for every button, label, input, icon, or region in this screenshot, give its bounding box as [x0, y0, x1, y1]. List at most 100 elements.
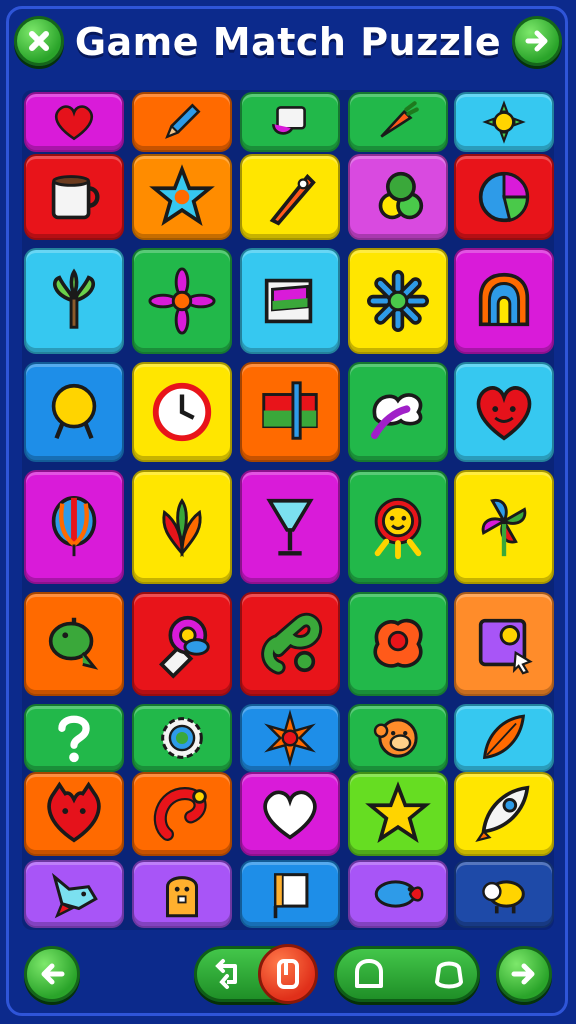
- blob-icon: [373, 618, 423, 668]
- game-tile[interactable]: [348, 248, 448, 354]
- hamster-icon: [165, 876, 199, 918]
- game-tile[interactable]: [240, 860, 340, 928]
- knot-icon: [261, 612, 323, 675]
- game-tile[interactable]: [454, 470, 554, 584]
- game-tile[interactable]: [240, 362, 340, 462]
- game-tile[interactable]: [240, 248, 340, 354]
- game-tile[interactable]: [240, 470, 340, 584]
- robot-icon: [159, 615, 210, 679]
- lion-icon: [374, 497, 422, 560]
- game-tile[interactable]: [132, 248, 232, 354]
- gear-icon: [161, 717, 203, 759]
- game-tile[interactable]: [132, 154, 232, 240]
- cursor-card-icon: [478, 618, 533, 675]
- mug-icon: [51, 175, 100, 220]
- heart-icon: [55, 105, 93, 141]
- close-icon: [29, 31, 49, 51]
- white-heart-icon: [263, 790, 317, 840]
- hint-icon: [277, 959, 299, 989]
- dino-icon: [48, 617, 99, 670]
- game-tile[interactable]: [348, 362, 448, 462]
- book-icon: [264, 278, 313, 324]
- game-tile[interactable]: [132, 92, 232, 152]
- balls-icon: [378, 171, 424, 220]
- flower-icon: [148, 267, 216, 335]
- game-tile[interactable]: [454, 592, 554, 696]
- star-yellow-icon: [365, 781, 431, 844]
- forward-button[interactable]: [496, 946, 552, 1002]
- game-tile[interactable]: [454, 860, 554, 928]
- game-tile[interactable]: [348, 592, 448, 696]
- game-tile[interactable]: [454, 92, 554, 152]
- game-tile[interactable]: [240, 154, 340, 240]
- game-tile[interactable]: [240, 92, 340, 152]
- game-tile[interactable]: [24, 772, 124, 856]
- sheep-icon: [482, 880, 525, 914]
- undo-icon[interactable]: [211, 956, 247, 992]
- pie-icon: [478, 171, 530, 223]
- question-icon: [58, 715, 90, 763]
- leaves-icon: [162, 498, 202, 558]
- page-title: Game Match Puzzle: [74, 20, 502, 64]
- game-tile[interactable]: [348, 92, 448, 152]
- note-card-icon: [273, 873, 309, 919]
- back-button[interactable]: [24, 946, 80, 1002]
- game-tile[interactable]: [132, 704, 232, 772]
- game-tile[interactable]: [24, 92, 124, 152]
- cloud-feather-icon: [371, 393, 423, 439]
- game-tile[interactable]: [454, 248, 554, 354]
- monkey-icon: [373, 718, 418, 758]
- heart-face-icon: [476, 386, 532, 441]
- game-tile[interactable]: [454, 704, 554, 772]
- clock-icon: [152, 382, 212, 442]
- game-tile[interactable]: [24, 470, 124, 584]
- game-tile[interactable]: [24, 592, 124, 696]
- game-tile[interactable]: [24, 248, 124, 354]
- fish-icon: [374, 880, 424, 908]
- flower-orange-icon: [264, 709, 316, 767]
- arrow-right-icon: [511, 963, 535, 985]
- pinwheel-icon: [481, 498, 527, 557]
- star-icon: [149, 164, 215, 227]
- game-tile[interactable]: [348, 860, 448, 928]
- game-tile[interactable]: [24, 362, 124, 462]
- carrot-icon: [380, 101, 419, 138]
- game-tile[interactable]: [240, 704, 340, 772]
- game-tile[interactable]: [454, 362, 554, 462]
- restart-icon[interactable]: [431, 956, 467, 992]
- music-note-icon: [153, 787, 207, 841]
- sun-icon: [482, 100, 526, 144]
- close-button[interactable]: [14, 16, 64, 66]
- pencil-icon: [165, 103, 201, 139]
- game-tile[interactable]: [348, 154, 448, 240]
- next-button[interactable]: [512, 16, 562, 66]
- balloon-icon: [51, 496, 97, 557]
- game-tile[interactable]: [454, 772, 554, 856]
- game-tile[interactable]: [132, 470, 232, 584]
- hint-button[interactable]: [258, 944, 318, 1004]
- game-tile[interactable]: [132, 772, 232, 856]
- game-tile[interactable]: [454, 154, 554, 240]
- game-tile[interactable]: [348, 704, 448, 772]
- game-tile[interactable]: [24, 860, 124, 928]
- game-tile[interactable]: [24, 704, 124, 772]
- arrow-left-icon: [41, 963, 65, 985]
- leaf-icon: [482, 714, 526, 760]
- game-tile[interactable]: [348, 772, 448, 856]
- game-tile[interactable]: [24, 154, 124, 240]
- flag-icon: [262, 381, 318, 440]
- game-tile[interactable]: [132, 860, 232, 928]
- game-tile[interactable]: [240, 772, 340, 856]
- lollipop-icon: [51, 383, 97, 440]
- asterisk-flower-icon: [367, 270, 429, 332]
- game-tile[interactable]: [348, 470, 448, 584]
- game-tile[interactable]: [132, 362, 232, 462]
- home-icon[interactable]: [351, 956, 387, 992]
- arrow-right-icon: [525, 30, 548, 52]
- shuttle-icon: [475, 785, 530, 842]
- fox-icon: [51, 872, 98, 919]
- ticket-icon: [272, 106, 306, 135]
- game-tile[interactable]: [240, 592, 340, 696]
- game-tile[interactable]: [132, 592, 232, 696]
- cat-heart-icon: [47, 781, 101, 843]
